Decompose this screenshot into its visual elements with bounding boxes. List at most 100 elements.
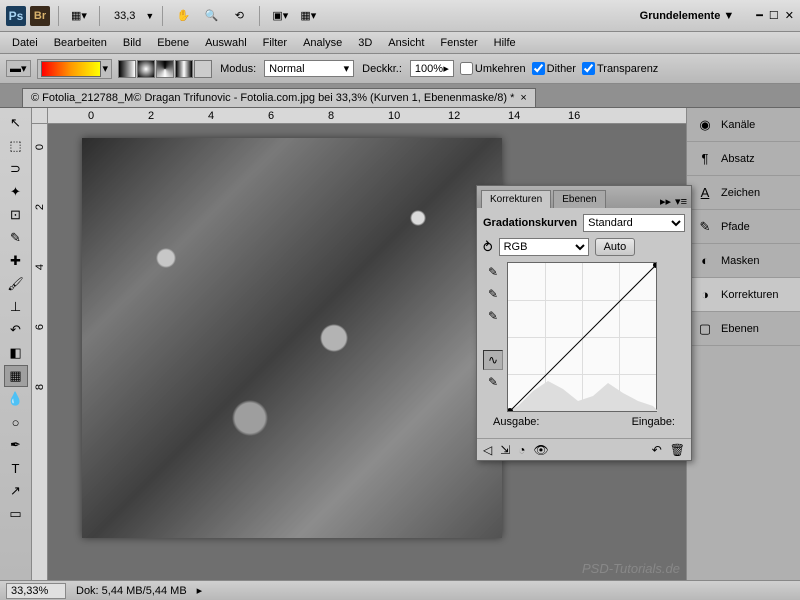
status-arrow-icon[interactable]: ▸: [197, 584, 203, 597]
curves-title: Gradationskurven: [483, 217, 577, 229]
dock-pfade[interactable]: ✎Pfade: [687, 210, 800, 244]
output-label: Ausgabe:: [493, 416, 539, 428]
crop-tool[interactable]: ⊡: [4, 204, 28, 226]
ruler-vertical[interactable]: 02468: [32, 124, 48, 580]
eyedropper-gray-icon[interactable]: ✎: [483, 284, 503, 304]
close-tab-icon[interactable]: ×: [520, 92, 526, 104]
healing-tool[interactable]: ✚: [4, 250, 28, 272]
auto-button[interactable]: Auto: [595, 238, 636, 256]
opacity-input[interactable]: 100%▸: [410, 60, 454, 77]
radial-gradient-icon[interactable]: [137, 60, 155, 78]
layout-dropdown[interactable]: ▦▾: [67, 4, 91, 28]
marquee-tool[interactable]: ⬚: [4, 135, 28, 157]
options-bar: ▬▾ ▾ Modus: Normal▾ Deckkr.: 100%▸ Umkeh…: [0, 54, 800, 84]
menu-filter[interactable]: Filter: [255, 34, 295, 52]
menu-3d[interactable]: 3D: [350, 34, 380, 52]
panel-menu-icon[interactable]: ▾≡: [675, 195, 687, 208]
panel-collapse-icon[interactable]: ▸▸: [660, 195, 671, 208]
zoom-tool-icon[interactable]: 🔍: [199, 4, 223, 28]
menu-auswahl[interactable]: Auswahl: [197, 34, 255, 52]
shape-tool[interactable]: ▭: [4, 503, 28, 525]
tab-ebenen[interactable]: Ebenen: [553, 190, 605, 208]
photoshop-icon[interactable]: Ps: [6, 6, 26, 26]
menu-ebene[interactable]: Ebene: [149, 34, 197, 52]
dock-masken[interactable]: ◐Masken: [687, 244, 800, 278]
dither-checkbox[interactable]: Dither: [532, 62, 576, 75]
paths-icon: ✎: [697, 219, 713, 235]
eyedropper-white-icon[interactable]: ✎: [483, 306, 503, 326]
workspace-switcher[interactable]: Grundelemente ▼: [632, 10, 743, 22]
mode-select[interactable]: Normal▾: [264, 60, 354, 77]
zoom-level[interactable]: 33,3: [108, 10, 141, 22]
bridge-icon[interactable]: Br: [30, 6, 50, 26]
dock-kanaele[interactable]: ◉Kanäle: [687, 108, 800, 142]
menu-ansicht[interactable]: Ansicht: [380, 34, 432, 52]
dock-absatz[interactable]: ¶Absatz: [687, 142, 800, 176]
arrange-docs-icon[interactable]: ▦▾: [296, 4, 320, 28]
screen-mode-icon[interactable]: ▣▾: [268, 4, 292, 28]
tab-korrekturen[interactable]: Korrekturen: [481, 190, 551, 208]
menu-datei[interactable]: Datei: [4, 34, 46, 52]
clip-icon[interactable]: ◔: [518, 443, 525, 457]
close-icon[interactable]: ✕: [785, 9, 794, 22]
right-dock: ◉Kanäle ¶Absatz AZeichen ✎Pfade ◐Masken …: [686, 108, 800, 580]
status-zoom[interactable]: 33,33%: [6, 583, 66, 599]
maximize-icon[interactable]: ☐: [769, 9, 779, 22]
tool-preset[interactable]: ▬▾: [6, 60, 31, 77]
mode-label: Modus:: [218, 63, 258, 75]
blur-tool[interactable]: 💧: [4, 388, 28, 410]
back-arrow-icon[interactable]: ◁: [483, 443, 492, 457]
rotate-view-icon[interactable]: ⟲: [227, 4, 251, 28]
gradient-preview[interactable]: ▾: [37, 59, 113, 79]
reverse-checkbox[interactable]: Umkehren: [460, 62, 526, 75]
history-brush-tool[interactable]: ↶: [4, 319, 28, 341]
menu-hilfe[interactable]: Hilfe: [486, 34, 524, 52]
dock-ebenen[interactable]: ▢Ebenen: [687, 312, 800, 346]
reset-icon[interactable]: ↶: [652, 443, 662, 457]
document-canvas[interactable]: [82, 138, 502, 538]
hand-tool-icon[interactable]: ✋: [171, 4, 195, 28]
visibility-icon[interactable]: 👁: [534, 443, 549, 457]
linear-gradient-icon[interactable]: [118, 60, 136, 78]
dodge-tool[interactable]: ○: [4, 411, 28, 433]
zoom-dropdown[interactable]: ▼: [145, 11, 154, 21]
path-select-tool[interactable]: ↗: [4, 480, 28, 502]
dock-korrekturen[interactable]: ◑Korrekturen: [687, 278, 800, 312]
menu-bearbeiten[interactable]: Bearbeiten: [46, 34, 115, 52]
layers-icon: ▢: [697, 321, 713, 337]
channel-select[interactable]: RGB: [499, 238, 589, 256]
lasso-tool[interactable]: ⊃: [4, 158, 28, 180]
type-tool[interactable]: T: [4, 457, 28, 479]
menu-analyse[interactable]: Analyse: [295, 34, 350, 52]
reflected-gradient-icon[interactable]: [175, 60, 193, 78]
angle-gradient-icon[interactable]: [156, 60, 174, 78]
menu-bild[interactable]: Bild: [115, 34, 149, 52]
pen-tool[interactable]: ✒: [4, 434, 28, 456]
transparency-checkbox[interactable]: Transparenz: [582, 62, 658, 75]
character-icon: A: [697, 185, 713, 201]
wand-tool[interactable]: ✦: [4, 181, 28, 203]
curves-graph[interactable]: [507, 262, 657, 412]
expand-icon[interactable]: ⇲: [500, 443, 510, 457]
ruler-corner[interactable]: [32, 108, 48, 124]
preset-select[interactable]: Standard: [583, 214, 685, 232]
point-tool-icon[interactable]: ⥁: [483, 239, 493, 256]
brush-tool[interactable]: 🖌: [4, 273, 28, 295]
status-bar: 33,33% Dok: 5,44 MB/5,44 MB ▸: [0, 580, 800, 600]
eyedropper-tool[interactable]: ✎: [4, 227, 28, 249]
minimize-icon[interactable]: ━: [756, 9, 763, 22]
curve-draw-icon[interactable]: ✎: [483, 372, 503, 392]
eraser-tool[interactable]: ◧: [4, 342, 28, 364]
ruler-horizontal[interactable]: 0246810121416: [48, 108, 686, 124]
stamp-tool[interactable]: ⊥: [4, 296, 28, 318]
diamond-gradient-icon[interactable]: [194, 60, 212, 78]
menu-fenster[interactable]: Fenster: [432, 34, 485, 52]
dock-zeichen[interactable]: AZeichen: [687, 176, 800, 210]
move-tool[interactable]: ↖: [4, 112, 28, 134]
gradient-tool[interactable]: ▦: [4, 365, 28, 387]
adjustments-icon: ◑: [697, 287, 713, 303]
curve-point-icon[interactable]: ∿: [483, 350, 503, 370]
document-tab[interactable]: © Fotolia_212788_M© Dragan Trifunovic - …: [22, 88, 536, 107]
delete-icon[interactable]: 🗑: [670, 443, 685, 457]
eyedropper-black-icon[interactable]: ✎: [483, 262, 503, 282]
